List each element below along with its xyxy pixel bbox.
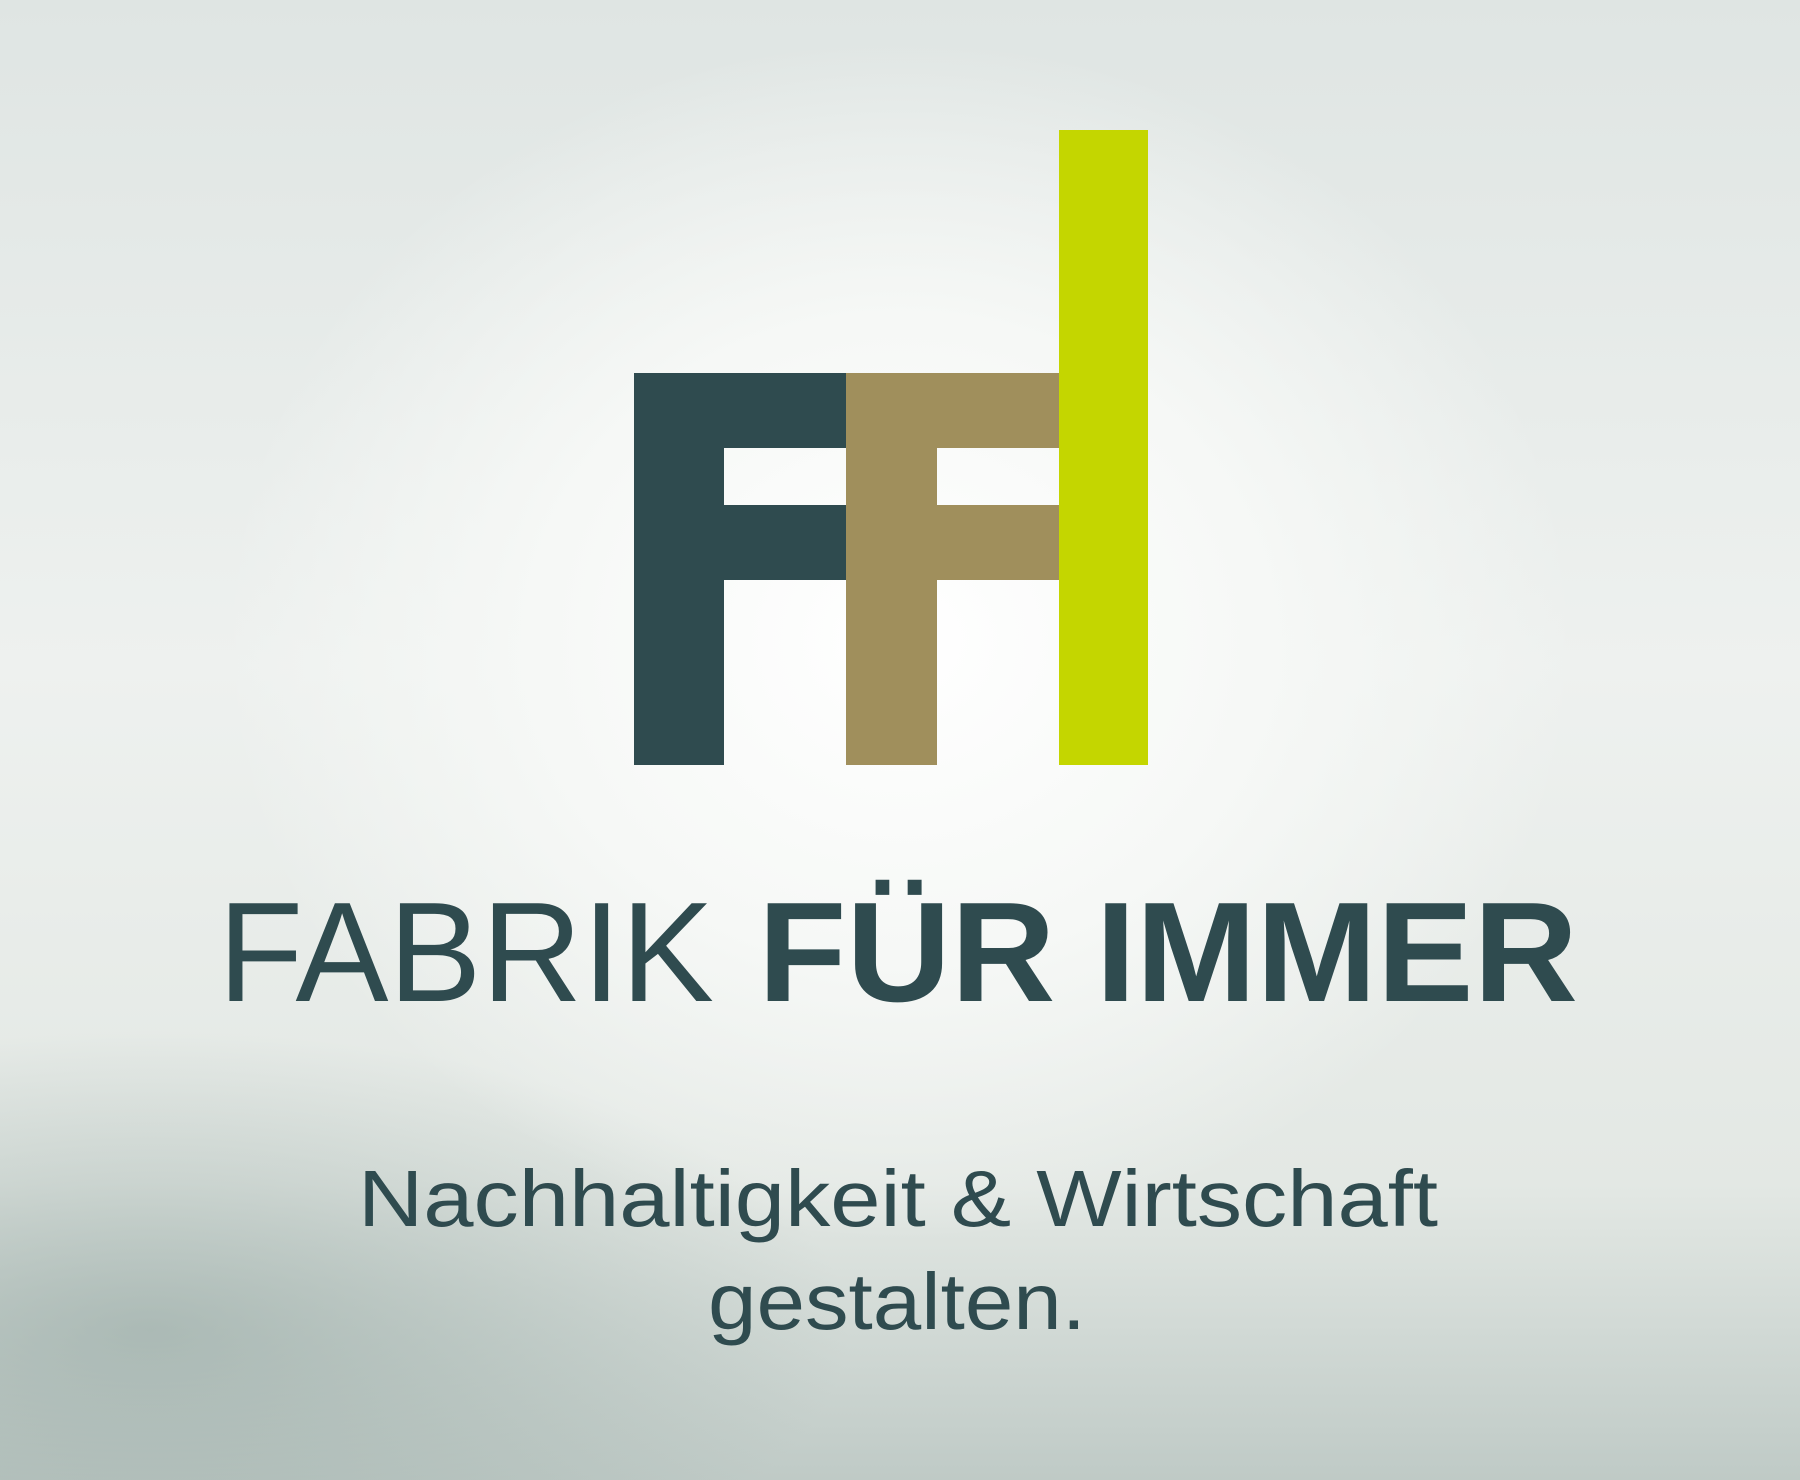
- tagline-line-1: Nachhaltigkeit & Wirtschaft: [358, 1154, 1438, 1243]
- tagline-line-2: gestalten.: [708, 1257, 1086, 1346]
- text-layer: FABRIK FÜR IMMER Nachhaltigkeit & Wirtsc…: [218, 873, 1578, 1346]
- brand-name-light: FABRIK: [218, 873, 714, 1032]
- brand-name-bold: FÜR IMMER: [758, 873, 1578, 1032]
